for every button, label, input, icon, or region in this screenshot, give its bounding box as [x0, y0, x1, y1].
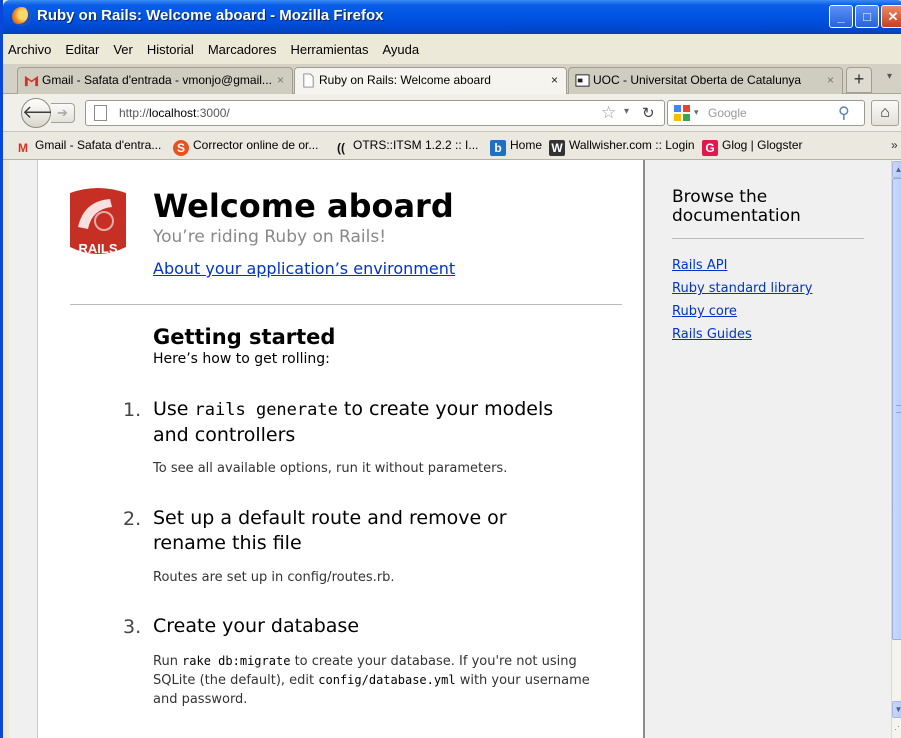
- blogger-icon: b: [490, 140, 506, 156]
- rails-logo-icon: RAILS: [70, 188, 126, 256]
- step-number: 3.: [123, 616, 142, 638]
- wallwisher-icon: W: [549, 140, 565, 156]
- bookmark-home[interactable]: b Home: [490, 138, 542, 156]
- getting-started-subheading: Here’s how to get rolling:: [153, 351, 330, 367]
- menu-historial[interactable]: Historial: [147, 42, 194, 57]
- firefox-logo-icon: [12, 7, 31, 26]
- url-text[interactable]: http://localhost:3000/: [119, 106, 230, 120]
- back-button[interactable]: 🡐: [21, 98, 70, 128]
- step-title: Create your database: [153, 615, 360, 637]
- title-bar[interactable]: Ruby on Rails: Welcome aboard - Mozilla …: [3, 0, 901, 34]
- tab-label: Gmail - Safata d'entrada - vmonjo@gmail.…: [42, 73, 272, 87]
- url-bar[interactable]: http://localhost:3000/ ☆ ▾ ↻: [85, 100, 665, 126]
- step-description: To see all available options, run it wit…: [153, 461, 508, 476]
- menu-marcadores[interactable]: Marcadores: [208, 42, 277, 57]
- bookmarks-overflow-icon[interactable]: »: [891, 138, 898, 152]
- reload-icon[interactable]: ↻: [642, 104, 655, 122]
- close-window-button[interactable]: ✕: [881, 5, 901, 28]
- tab-list-chevron-icon[interactable]: ▾: [887, 71, 892, 82]
- step-description: Run rake db:migrate to create your datab…: [153, 654, 590, 707]
- scrollbar-grip-icon: [896, 405, 901, 413]
- tab-close-icon[interactable]: ×: [277, 73, 284, 87]
- tab-bar: Gmail - Safata d'entrada - vmonjo@gmail.…: [3, 64, 901, 95]
- bookmarks-bar: M Gmail - Safata d'entra... S Corrector on…: [3, 132, 901, 160]
- scroll-down-button[interactable]: ▼: [892, 701, 901, 718]
- menu-archivo[interactable]: Archivo: [8, 42, 51, 57]
- browser-window: Ruby on Rails: Welcome aboard - Mozilla …: [0, 0, 901, 738]
- bookmark-gmail[interactable]: M Gmail - Safata d'entra...: [15, 138, 161, 156]
- bookmark-wallwisher[interactable]: W Wallwisher.com :: Login: [549, 138, 695, 156]
- tab-close-icon[interactable]: ×: [827, 73, 834, 87]
- resize-grip-icon[interactable]: ⋰: [892, 721, 901, 732]
- tab-gmail[interactable]: Gmail - Safata d'entrada - vmonjo@gmail.…: [17, 67, 293, 94]
- tab-rails[interactable]: Ruby on Rails: Welcome aboard ×: [294, 67, 567, 95]
- tab-label: UOC - Universitat Oberta de Catalunya: [593, 73, 802, 87]
- search-magnifier-icon[interactable]: ⚲: [838, 103, 850, 123]
- uoc-icon: [575, 74, 590, 87]
- rails-api-link[interactable]: Rails API: [672, 258, 727, 273]
- sidebar-title: Browse the documentation: [672, 187, 801, 226]
- history-dropdown-icon[interactable]: ▾: [624, 106, 629, 117]
- bookmark-otrs[interactable]: ((OTRS::ITSM 1.2.2 :: I...: [333, 138, 478, 156]
- step-number: 1.: [123, 399, 142, 421]
- bookmark-corrector[interactable]: S Corrector online de or...: [173, 138, 318, 156]
- minimize-button[interactable]: _: [829, 5, 853, 28]
- main-content: RAILS Welcome aboard You’re riding Ruby …: [37, 160, 645, 738]
- scrollbar-thumb[interactable]: [892, 178, 901, 640]
- page-viewport: RAILS Welcome aboard You’re riding Ruby …: [9, 160, 891, 738]
- rails-guides-link[interactable]: Rails Guides: [672, 327, 752, 342]
- page-heading: Welcome aboard: [153, 187, 454, 225]
- svg-text:RAILS: RAILS: [79, 241, 118, 256]
- vertical-scrollbar[interactable]: ▲ ▼ ⋰: [891, 160, 901, 738]
- glogster-icon: G: [702, 140, 718, 156]
- scroll-up-button[interactable]: ▲: [892, 161, 901, 178]
- corrector-icon: S: [173, 140, 189, 156]
- menu-ver[interactable]: Ver: [113, 42, 133, 57]
- otrs-icon: ((: [337, 141, 345, 155]
- search-bar[interactable]: ▾ Google ⚲: [667, 100, 865, 126]
- ruby-core-link[interactable]: Ruby core: [672, 304, 737, 319]
- new-tab-button[interactable]: +: [846, 67, 872, 93]
- navigation-bar: 🡐 ➔ http://localhost:3000/ ☆ ▾ ↻ ▾ Googl…: [3, 94, 901, 132]
- search-engine-dropdown-icon[interactable]: ▾: [694, 107, 699, 118]
- page-icon: [303, 73, 314, 88]
- home-button[interactable]: ⌂: [871, 100, 899, 126]
- bookmark-glogster[interactable]: G Glog | Glogster: [702, 138, 802, 156]
- step-description: Routes are set up in config/routes.rb.: [153, 570, 395, 585]
- google-icon[interactable]: [673, 104, 691, 122]
- bookmark-star-icon[interactable]: ☆: [601, 103, 616, 123]
- getting-started-heading: Getting started: [153, 325, 336, 349]
- gmail-icon: M: [18, 141, 28, 155]
- step-number: 2.: [123, 508, 142, 530]
- tab-close-icon[interactable]: ×: [551, 73, 558, 87]
- documentation-sidebar: Browse the documentation Rails API Ruby …: [650, 160, 891, 738]
- menu-bar: Archivo Editar Ver Historial Marcadores …: [3, 34, 901, 64]
- page-icon: [94, 105, 107, 121]
- tab-label: Ruby on Rails: Welcome aboard: [319, 73, 491, 87]
- window-title: Ruby on Rails: Welcome aboard - Mozilla …: [37, 7, 384, 24]
- menu-editar[interactable]: Editar: [65, 42, 99, 57]
- menu-ayuda[interactable]: Ayuda: [382, 42, 419, 57]
- gmail-icon: [24, 75, 39, 87]
- page-subheading: You’re riding Ruby on Rails!: [153, 227, 387, 247]
- step-title: Use rails generate to create your models…: [153, 398, 554, 446]
- step-title: Set up a default route and remove or ren…: [153, 507, 507, 554]
- maximize-button[interactable]: □: [855, 5, 879, 28]
- search-input[interactable]: Google: [708, 106, 747, 120]
- ruby-stdlib-link[interactable]: Ruby standard library: [672, 281, 812, 296]
- divider: [70, 304, 622, 305]
- tab-uoc[interactable]: UOC - Universitat Oberta de Catalunya ×: [568, 67, 843, 94]
- menu-herramientas[interactable]: Herramientas: [290, 42, 368, 57]
- forward-button[interactable]: ➔: [51, 103, 75, 123]
- sidebar-divider: [672, 238, 864, 239]
- environment-link[interactable]: About your application’s environment: [153, 259, 455, 278]
